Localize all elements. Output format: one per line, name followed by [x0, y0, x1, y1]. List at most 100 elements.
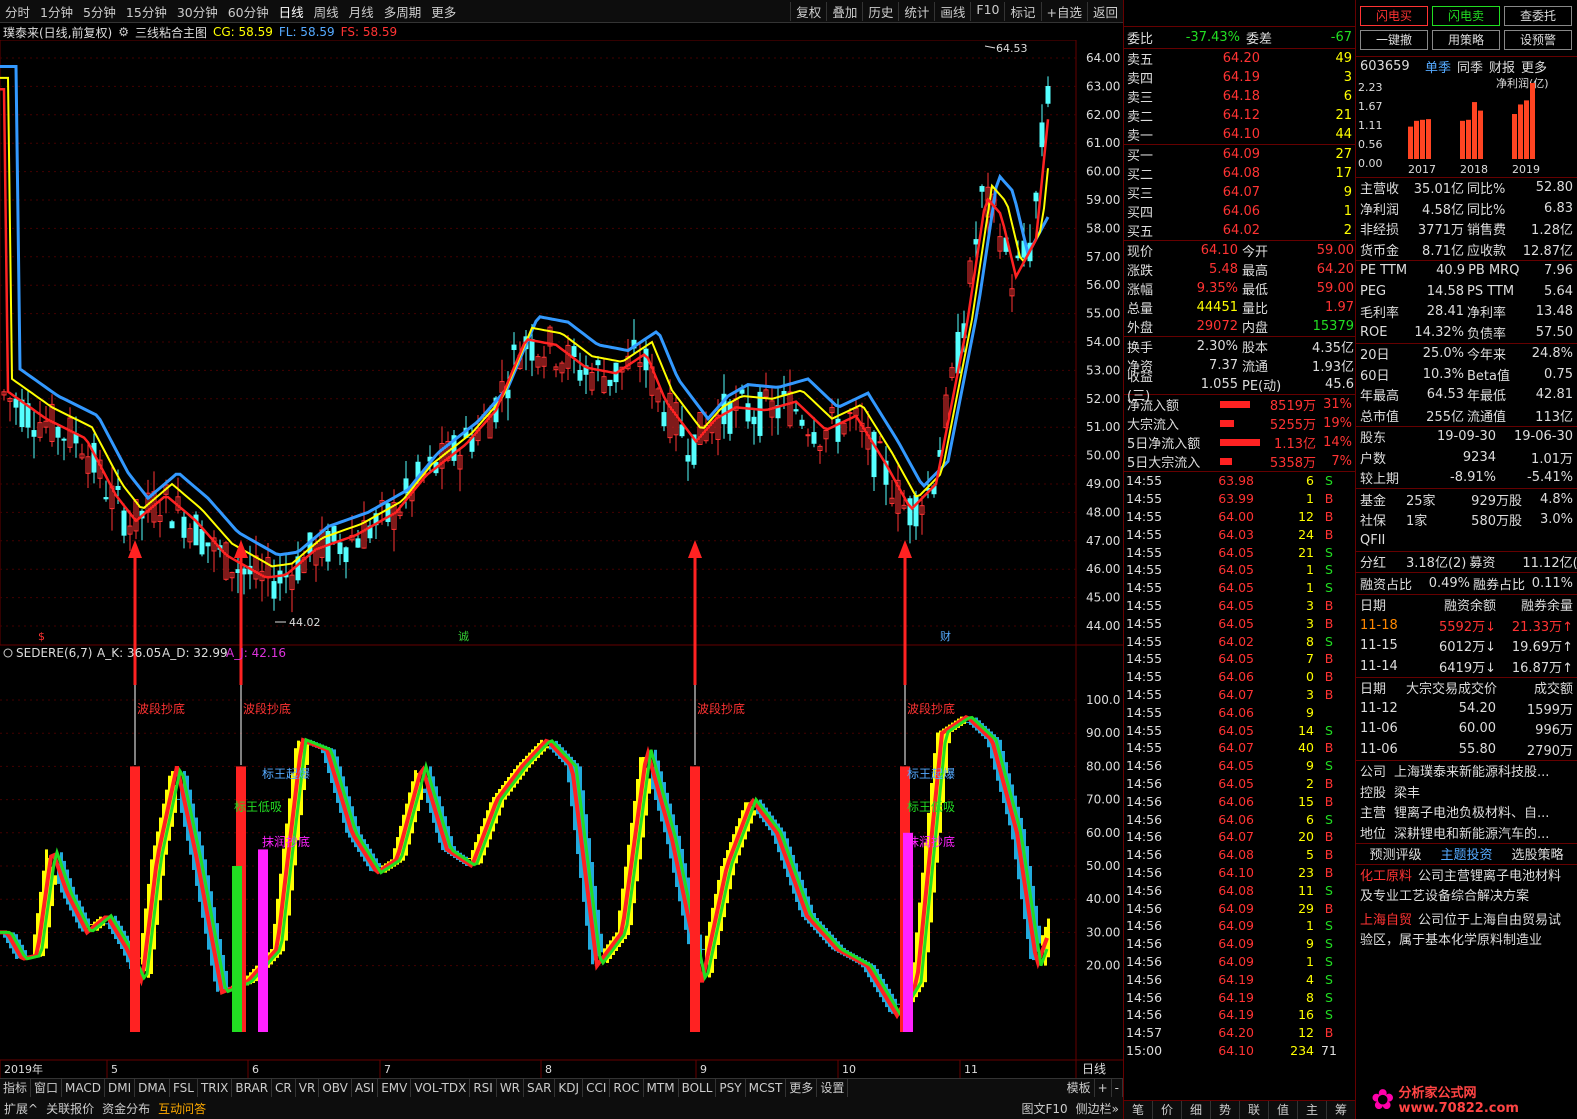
indicator-tab[interactable]: DMA	[135, 1079, 170, 1097]
indicator-tab[interactable]: VOL-TDX	[411, 1079, 471, 1097]
toolbar-button[interactable]: 历史	[862, 1, 898, 21]
trade-button[interactable]: 闪电卖	[1432, 6, 1500, 26]
period-tab[interactable]: 月线	[344, 2, 379, 21]
event-mark[interactable]: $	[38, 630, 45, 643]
trade-button[interactable]: 一键撤	[1360, 30, 1428, 50]
indicator-tab[interactable]: ROC	[610, 1079, 644, 1097]
indicator-tab[interactable]: 更多	[786, 1079, 818, 1097]
indicator-tab[interactable]: 指标	[0, 1079, 32, 1097]
template-button[interactable]: -	[1112, 1079, 1123, 1097]
quote-tab[interactable]: 价	[1153, 1101, 1182, 1119]
indicator-tab[interactable]: PSY	[716, 1079, 746, 1097]
trade-button[interactable]: 闪电买	[1360, 6, 1428, 26]
period-tab[interactable]: 周线	[309, 2, 344, 21]
event-mark[interactable]: 财	[940, 629, 951, 643]
toolbar-button[interactable]: 统计	[898, 1, 934, 21]
date-label: 6	[252, 1063, 259, 1076]
indicator-tab[interactable]: DMI	[105, 1079, 136, 1097]
fund-value: 14.32%	[1414, 324, 1464, 340]
tick-side: B	[1324, 847, 1334, 863]
indicator-tab[interactable]: 设置	[817, 1079, 849, 1097]
period-tab[interactable]: 日线	[274, 2, 309, 21]
indicator-name[interactable]: 三线粘合主图	[135, 24, 207, 41]
gear-icon[interactable]	[3, 648, 13, 658]
event-mark[interactable]: 诚	[458, 630, 469, 643]
toolbar-button[interactable]: 标记	[1004, 1, 1040, 21]
stat-row: 总量 44451 量比 1.97	[1124, 298, 1355, 317]
indicator-tab[interactable]: BRAR	[232, 1079, 273, 1097]
quote-tab[interactable]: 筹	[1327, 1101, 1356, 1119]
quote-tab[interactable]: 笔	[1124, 1101, 1153, 1119]
margin-row-cell: 6419万↓	[1439, 660, 1496, 676]
quote-tab[interactable]: 值	[1269, 1101, 1298, 1119]
osc-band	[423, 788, 426, 793]
indicator-tab[interactable]: TRIX	[198, 1079, 233, 1097]
toolbar-button[interactable]: F10	[970, 1, 1004, 21]
indicator-icon[interactable]: ⚙	[118, 25, 129, 39]
fund-tab[interactable]: 财报	[1486, 57, 1518, 76]
indicator-tab[interactable]: MTM	[644, 1079, 679, 1097]
indicator-tab[interactable]: MCST	[746, 1079, 787, 1097]
period-tab[interactable]: 30分钟	[172, 2, 223, 21]
trade-button[interactable]: 设预警	[1504, 30, 1572, 50]
toolbar-button[interactable]: 复权	[790, 1, 826, 21]
indicator-tab[interactable]: FSL	[170, 1079, 198, 1097]
toolbar-button[interactable]: 画线	[934, 1, 970, 21]
indicator-tab[interactable]: SAR	[524, 1079, 556, 1097]
extra-tab[interactable]: 资金分布	[98, 1100, 154, 1117]
indicator-tab[interactable]: VR	[296, 1079, 320, 1097]
quote-tab[interactable]: 主	[1298, 1101, 1327, 1119]
candle-body	[205, 542, 211, 547]
toolbar-button[interactable]: 叠加	[826, 1, 862, 21]
stat-label: 换手	[1127, 341, 1154, 356]
fund-tab[interactable]: 单季	[1422, 57, 1454, 76]
quote-tab[interactable]: 细	[1182, 1101, 1211, 1119]
fund-tab[interactable]: 同季	[1454, 57, 1486, 76]
extra-tab[interactable]: 扩展^	[0, 1100, 42, 1117]
toolbar-button[interactable]: +自选	[1040, 1, 1087, 21]
indicator-tab[interactable]: 窗口	[31, 1079, 63, 1097]
indicator-tab[interactable]: ASI	[352, 1079, 379, 1097]
period-tab[interactable]: 60分钟	[223, 2, 274, 21]
theme-tab[interactable]: 选股策略	[1511, 844, 1563, 863]
toolbar-button[interactable]: 返回	[1086, 1, 1123, 21]
chart-y-tick: 0.56	[1358, 138, 1383, 151]
side-link[interactable]: 图文F10	[1017, 1100, 1071, 1117]
quote-tab[interactable]: 势	[1211, 1101, 1240, 1119]
period-tab[interactable]: 多周期	[379, 2, 427, 21]
indicator-tab[interactable]: RSI	[470, 1079, 497, 1097]
side-link[interactable]: 侧边栏»	[1072, 1100, 1123, 1117]
fund-value: 25.0%	[1422, 346, 1464, 362]
period-tab[interactable]: 更多	[426, 2, 461, 21]
indicator-tab[interactable]: CR	[272, 1079, 296, 1097]
theme-name[interactable]: 化工原料	[1360, 869, 1412, 884]
indicator-tab[interactable]: OBV	[319, 1079, 352, 1097]
osc-name[interactable]: SEDERE(6,7)	[16, 646, 92, 660]
period-tab[interactable]: 15分钟	[121, 2, 172, 21]
theme-name[interactable]: 上海自贸	[1360, 913, 1412, 928]
tick-side: B	[1324, 740, 1334, 756]
extra-tab[interactable]: 关联报价	[42, 1100, 98, 1117]
theme-tab[interactable]: 主题投资	[1440, 844, 1492, 863]
indicator-tab[interactable]: MACD	[62, 1079, 106, 1097]
trade-button[interactable]: 用策略	[1432, 30, 1500, 50]
indicator-tab[interactable]: WR	[497, 1079, 525, 1097]
kline-chart-area[interactable]: 64.00 63.00 62.00 61.00 60.00 59.00 58.00 57.00…	[0, 40, 1123, 1080]
indicator-tab[interactable]: BOLL	[679, 1079, 717, 1097]
fund-tab[interactable]: 更多	[1518, 57, 1550, 76]
theme-tab[interactable]: 预测评级	[1369, 844, 1421, 863]
template-button[interactable]: +	[1095, 1079, 1112, 1097]
extra-tab[interactable]: 互动问答	[154, 1100, 210, 1117]
period-tab[interactable]: 5分钟	[78, 2, 121, 21]
period-tab[interactable]: 1分钟	[35, 2, 78, 21]
fund-label: PE TTM	[1360, 263, 1408, 279]
tick-row: 14:56 64.09 9 S	[1124, 935, 1355, 953]
indicator-tab[interactable]: EMV	[378, 1079, 412, 1097]
tick-list[interactable]: 14:55 63.98 6 S 14:55 63.99 1 B 14:55 64.00 12 B 14:…	[1124, 472, 1355, 1076]
indicator-tab[interactable]: KDJ	[555, 1079, 584, 1097]
template-button[interactable]: 模板	[1064, 1079, 1095, 1097]
trade-button[interactable]: 查委托	[1504, 6, 1572, 26]
quote-tab[interactable]: 联	[1240, 1101, 1269, 1119]
period-tab[interactable]: 分时	[0, 2, 35, 21]
indicator-tab[interactable]: CCI	[583, 1079, 611, 1097]
